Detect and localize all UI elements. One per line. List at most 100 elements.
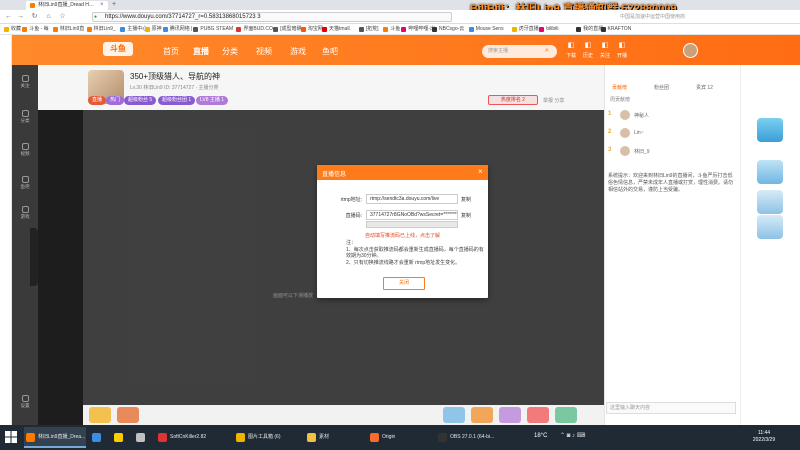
- forward-icon[interactable]: →: [16, 12, 25, 21]
- sidebar-collapse-handle[interactable]: [30, 228, 38, 286]
- taskbar-app[interactable]: OBS 27.0.1 (64-bi...: [436, 427, 504, 448]
- gift-item-icon[interactable]: [555, 407, 577, 423]
- bookmark-item[interactable]: NBCsgo-云: [432, 25, 464, 34]
- tab-close-icon[interactable]: ×: [100, 1, 104, 10]
- taskbar-app[interactable]: 林旧Lin9直播_Drea...: [24, 427, 86, 448]
- activity-banner-4[interactable]: [757, 215, 783, 239]
- list-item[interactable]: 2 Lin~: [606, 126, 736, 140]
- taskbar-clock[interactable]: 11:44 2022/3/29: [746, 430, 782, 444]
- gift-item-icon[interactable]: [471, 407, 493, 423]
- gift-item-icon[interactable]: [499, 407, 521, 423]
- new-tab-icon[interactable]: +: [112, 0, 116, 10]
- nav-item[interactable]: 视频: [256, 46, 272, 57]
- activity-banner-2[interactable]: [757, 160, 783, 184]
- activity-banner-1[interactable]: [757, 118, 783, 142]
- bookmark-item[interactable]: 林旧Lin9_: [86, 25, 116, 34]
- room-tag[interactable]: 直播: [88, 96, 107, 105]
- taskbar-app[interactable]: [134, 427, 154, 448]
- bookmark-item[interactable]: 收藏: [4, 25, 21, 34]
- douyu-logo[interactable]: 斗鱼: [103, 42, 133, 56]
- nav-item[interactable]: 鱼吧: [322, 46, 338, 57]
- copy-rtmp-link[interactable]: 复制: [461, 196, 471, 203]
- room-tag[interactable]: LV8 主播 1: [196, 96, 229, 105]
- room-tag[interactable]: 热门: [106, 96, 125, 105]
- header-action-icon[interactable]: ◧: [597, 41, 613, 49]
- right-panel-tab[interactable]: 粉丝团: [654, 84, 669, 91]
- back-icon[interactable]: ←: [4, 12, 13, 21]
- tray-icons[interactable]: ⌃ ◙ ♪ ⌨: [560, 432, 585, 439]
- list-item[interactable]: 3 林旧_9: [606, 144, 736, 158]
- bookmark-favicon-icon: [22, 27, 28, 32]
- taskbar-app[interactable]: [112, 427, 132, 448]
- gift-item-icon[interactable]: [527, 407, 549, 423]
- gift-item-icon[interactable]: [443, 407, 465, 423]
- bookmark-item[interactable]: KRAFTON: [600, 25, 631, 34]
- taskbar-app[interactable]: 素材: [305, 427, 361, 448]
- search-icon[interactable]: ⌕: [545, 47, 549, 55]
- sidebar-item[interactable]: 鱼吧: [12, 176, 38, 190]
- bookmark-item[interactable]: 林旧Lin9直: [52, 25, 84, 34]
- bookmark-favicon-icon: [236, 27, 242, 32]
- room-tag[interactable]: 超级粉丝 5: [124, 96, 157, 105]
- bookmark-item[interactable]: 斗鱼: [383, 25, 400, 34]
- bookmark-item[interactable]: 我的直播: [576, 25, 603, 34]
- activity-banner-3[interactable]: [757, 190, 783, 214]
- home-icon[interactable]: ⌂: [44, 12, 53, 21]
- nav-item[interactable]: 游戏: [290, 46, 306, 57]
- url-input[interactable]: https://www.douyu.com/37714727_r=0.58313…: [92, 12, 452, 22]
- bookmark-label: 收藏: [11, 26, 22, 32]
- bookmark-item[interactable]: 界面BUD.CO: [236, 25, 273, 34]
- gift-item-icon[interactable]: [117, 407, 139, 423]
- bookmark-item[interactable]: 腾讯网络 |: [162, 25, 193, 34]
- windows-start-icon[interactable]: [5, 431, 17, 443]
- header-action-icon[interactable]: ◧: [580, 41, 596, 49]
- header-action-icon[interactable]: ◧: [563, 41, 579, 49]
- taskbar-app[interactable]: SoftCnKiller2.82: [156, 427, 228, 448]
- bookmark-item[interactable]: PUBG STEAM: [193, 25, 233, 34]
- heat-rank-badge[interactable]: 热度排名 2: [488, 95, 538, 105]
- taskbar-app[interactable]: Origin: [368, 427, 428, 448]
- close-icon[interactable]: ×: [478, 167, 483, 177]
- gift-item-icon[interactable]: [89, 407, 111, 423]
- header-action-icon[interactable]: ◧: [614, 41, 630, 49]
- star-icon[interactable]: ☆: [58, 12, 67, 21]
- rank-title: 周贡献榜: [610, 97, 631, 103]
- autofill-notice-link[interactable]: 自动填写推流码已上线，点击了解: [365, 232, 440, 239]
- report-share-links[interactable]: 举报 分享: [543, 97, 564, 104]
- bookmark-item[interactable]: 哔哩哔哩-出: [401, 25, 435, 34]
- bookmark-item[interactable]: 斗鱼 - 每: [22, 25, 49, 34]
- taskbar-app[interactable]: 图片工具箱 (6): [234, 427, 302, 448]
- stream-code-scrollbar[interactable]: [366, 221, 458, 228]
- right-panel-tab[interactable]: 贡献榜: [612, 84, 627, 91]
- bookmark-item[interactable]: [成型暗礁: [273, 25, 302, 34]
- bookmark-item[interactable]: 虎牙直播-: [511, 25, 540, 34]
- bookmark-item[interactable]: bilibili: [539, 25, 559, 34]
- bookmark-item[interactable]: 淘宝网: [300, 25, 323, 34]
- bookmark-item[interactable]: [拓荒]: [358, 25, 379, 34]
- copy-code-link[interactable]: 复制: [461, 212, 471, 219]
- sidebar-item[interactable]: 设置: [12, 395, 38, 409]
- right-panel-tab[interactable]: 贵宾 12: [696, 84, 713, 91]
- list-item[interactable]: 1 神秘人: [606, 108, 736, 122]
- browser-tab-active[interactable]: 林旧Lin9直播_Dread H…: [26, 1, 108, 10]
- sidebar-item[interactable]: 视频: [12, 143, 38, 157]
- bookmark-item[interactable]: 原神: [144, 25, 162, 34]
- nav-item[interactable]: 首页: [163, 46, 179, 57]
- stream-code-field[interactable]: 37714727r8GNoOBd?wsSecret=********: [366, 210, 458, 220]
- room-tag[interactable]: 超级粉丝团 1: [158, 96, 196, 105]
- bookmark-item[interactable]: 主播中心: [120, 25, 147, 34]
- bookmark-item[interactable]: 天猫tmall.: [322, 25, 351, 34]
- nav-item[interactable]: 直播: [193, 46, 209, 57]
- chat-input[interactable]: 这里输入聊天内容: [606, 402, 736, 414]
- sidebar-item-icon: [21, 395, 29, 402]
- bookmark-item[interactable]: Mouse Sens: [468, 25, 504, 34]
- avatar[interactable]: [683, 43, 698, 58]
- dialog-close-button[interactable]: 关闭: [383, 277, 425, 290]
- sidebar-item[interactable]: 关注: [12, 75, 38, 89]
- nav-item[interactable]: 分类: [222, 46, 238, 57]
- reload-icon[interactable]: ↻: [30, 12, 39, 21]
- taskbar-app[interactable]: [90, 427, 110, 448]
- sidebar-item[interactable]: 游戏: [12, 206, 38, 220]
- sidebar-item[interactable]: 分类: [12, 110, 38, 124]
- rtmp-address-field[interactable]: rtmp://sendtc3a.douyu.com/live: [366, 194, 458, 204]
